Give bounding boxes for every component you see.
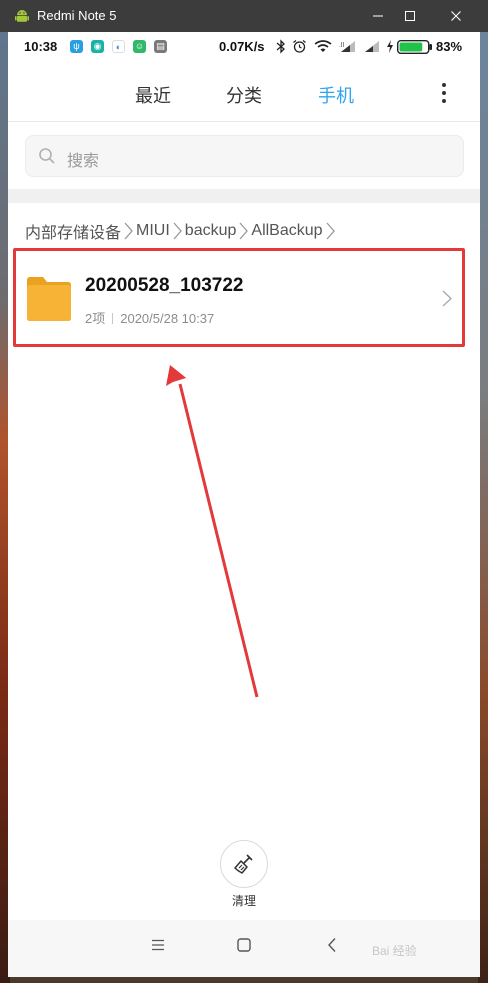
close-icon [451,11,461,21]
chevron-right-icon [173,222,182,240]
breadcrumb-internal-storage[interactable]: 内部存储设备 [25,219,121,243]
window-title: Redmi Note 5 [37,8,117,23]
chat-notification-icon: ☺ [133,40,146,53]
minimize-icon [373,15,383,17]
status-bar: 10:38 ψ ◉ ◐ ☺ ▤ 0.07K/s .ll 83% [8,32,480,62]
bottom-action-area: 清理 [8,830,480,922]
search-placeholder: 搜索 [67,153,100,170]
usb-icon: ψ [70,40,83,53]
search-icon [39,148,55,164]
watermark: Bai 经验 [372,944,417,958]
breadcrumb-allbackup[interactable]: AllBackup [251,222,322,240]
tab-phone[interactable]: 手机 [318,82,354,108]
search-input[interactable]: 搜索 [25,135,464,177]
clean-label: 清理 [231,894,256,908]
annotation-highlight-box [13,248,465,347]
browser-notification-icon: ◐ [112,40,125,53]
tab-recent[interactable]: 最近 [135,82,171,108]
navigation-bar: Bai 经验 [8,920,480,977]
doc-notification-icon: ▤ [154,40,167,53]
bluetooth-icon [276,39,285,54]
back-icon[interactable] [326,937,338,953]
phone-screen: 10:38 ψ ◉ ◐ ☺ ▤ 0.07K/s .ll 83% 最近 分类 手机… [8,32,480,977]
breadcrumb-miui[interactable]: MIUI [136,222,170,240]
chevron-right-icon [124,222,133,240]
battery-percent: 83% [436,39,463,54]
chevron-right-icon [239,222,249,240]
clean-button[interactable] [220,840,268,888]
battery-icon [397,40,432,54]
broom-icon [234,854,253,874]
home-icon[interactable] [236,937,252,953]
maximize-icon [405,11,415,21]
more-options-button[interactable] [436,78,452,108]
tab-divider [8,121,480,122]
signal-icon-2 [365,41,379,52]
maximize-button[interactable] [387,0,433,32]
signal-icon: .ll [339,41,355,52]
tab-bar: 最近 分类 手机 [8,62,480,122]
svg-text:.ll: .ll [339,42,345,49]
app-notification-icon: ◉ [91,40,104,53]
tab-category[interactable]: 分类 [226,82,262,108]
breadcrumb-backup[interactable]: backup [185,222,237,240]
network-speed: 0.07K/s [219,39,265,54]
status-time: 10:38 [24,39,58,54]
close-button[interactable] [433,0,479,32]
charging-icon [387,40,393,53]
android-icon [15,10,29,22]
alarm-icon [293,40,306,53]
breadcrumb: 内部存储设备 MIUI backup AllBackup [25,220,338,242]
wifi-icon [314,40,332,52]
section-separator [8,189,480,203]
window-titlebar: Redmi Note 5 [0,0,488,32]
menu-icon[interactable] [150,937,166,953]
chevron-right-icon [326,222,335,240]
